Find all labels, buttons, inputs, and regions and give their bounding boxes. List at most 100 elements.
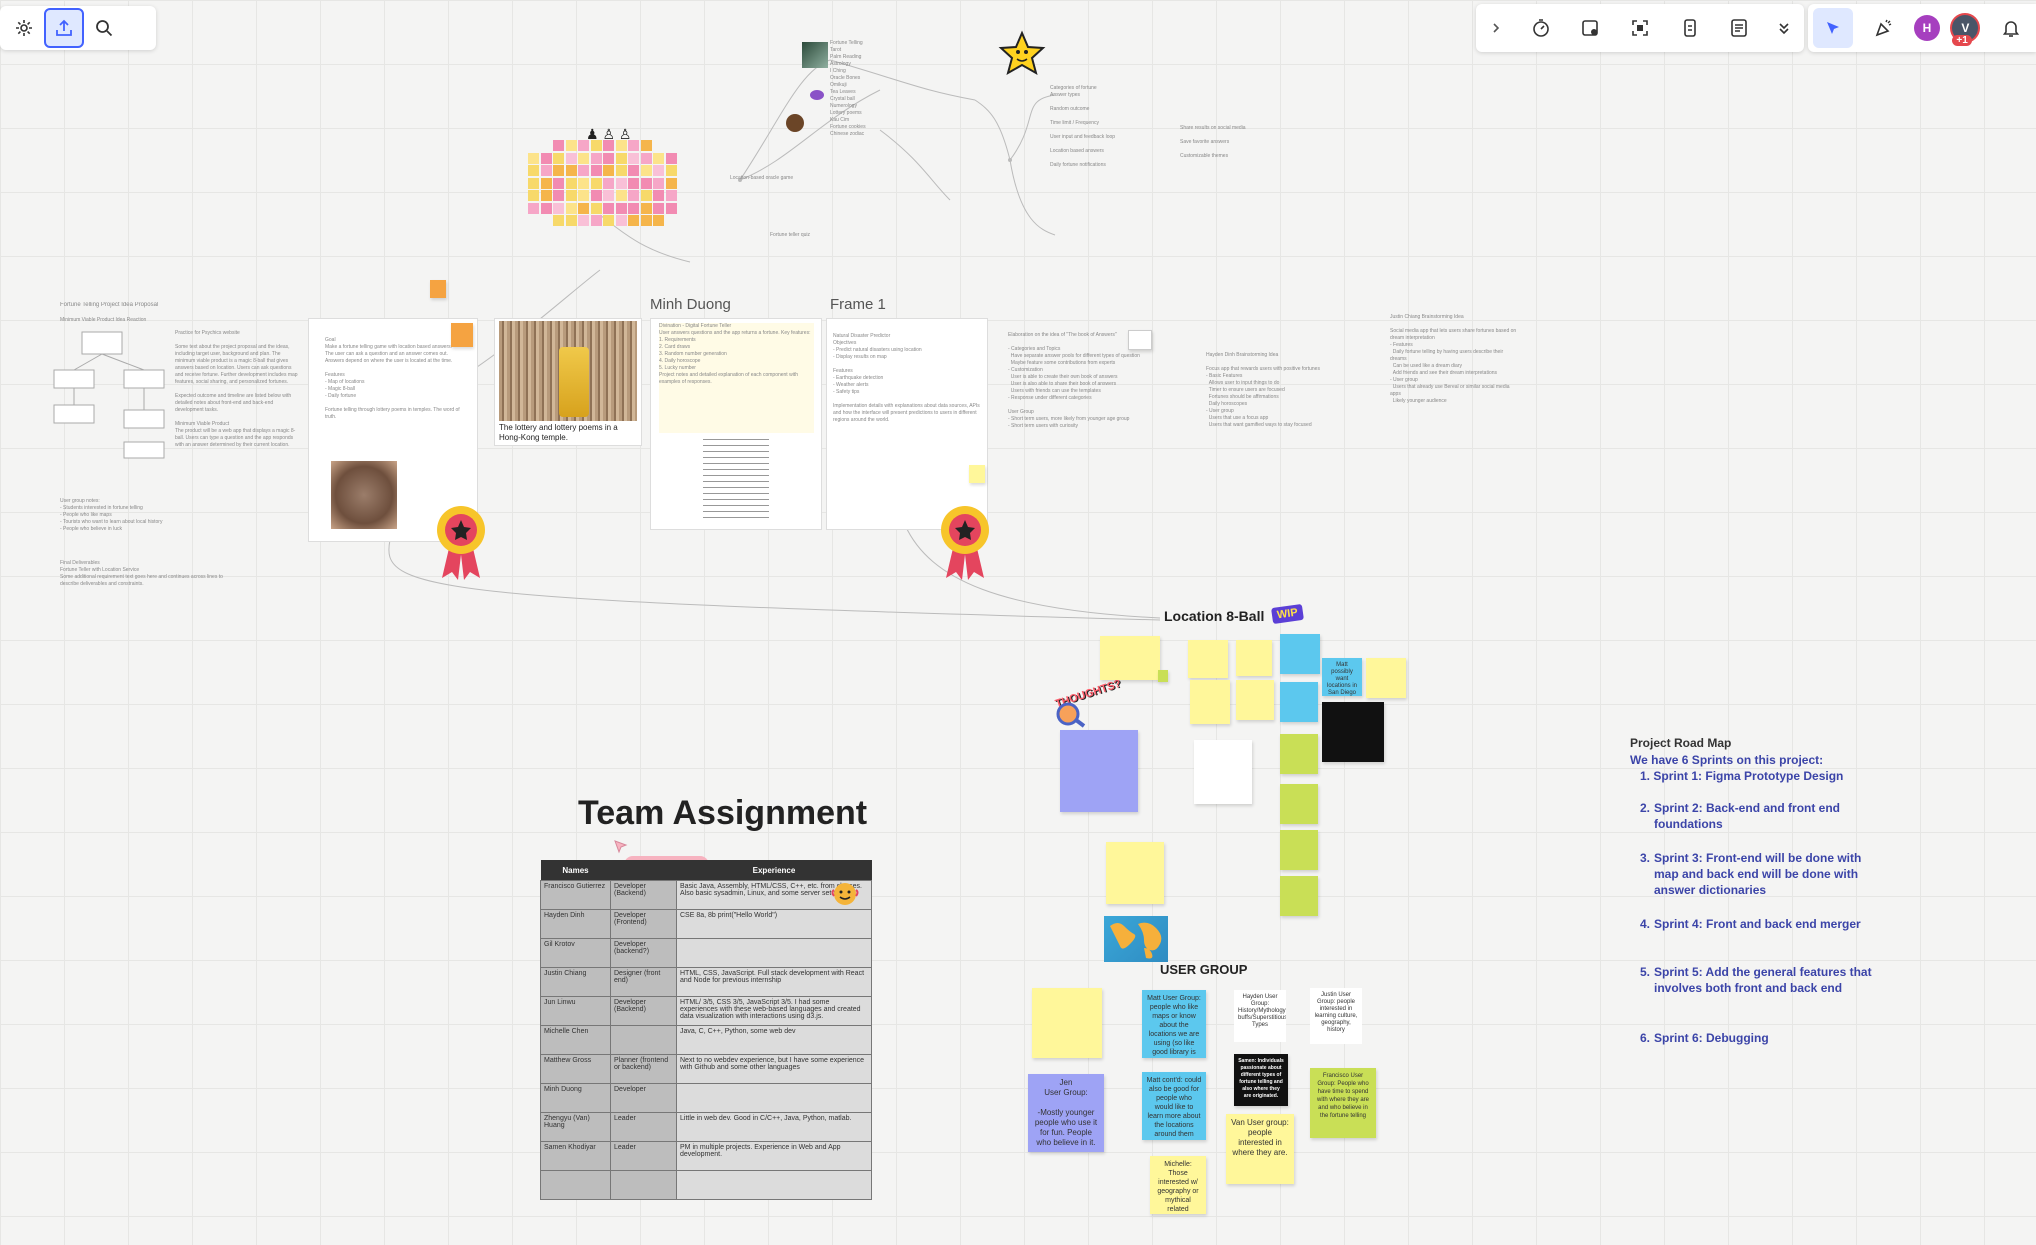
grid-cell: [578, 190, 589, 201]
sticky-note-user-bottom-1[interactable]: Matt User Group: people who like maps or…: [1142, 990, 1206, 1058]
table-cell[interactable]: [676, 1083, 872, 1113]
chevron-right-icon[interactable]: [1481, 8, 1511, 48]
sticky-note[interactable]: [1280, 784, 1318, 824]
table-cell[interactable]: [610, 1025, 677, 1055]
orange-note[interactable]: [451, 323, 473, 347]
table-cell[interactable]: [540, 1170, 611, 1200]
table-cell[interactable]: Leader: [610, 1112, 677, 1142]
table-cell[interactable]: CSE 8a, 8b print("Hello World"): [676, 909, 872, 939]
sticky-note[interactable]: [1188, 640, 1228, 678]
sticky-note[interactable]: [1280, 682, 1318, 722]
settings-icon[interactable]: [4, 8, 44, 48]
document-text: Divination - Digital Fortune Teller User …: [659, 323, 814, 433]
grid-cell: [665, 177, 677, 189]
grid-cell: [553, 165, 564, 176]
sticky-note-vanuser[interactable]: Van User group: people interested in whe…: [1226, 1114, 1294, 1184]
table-cell[interactable]: Java, C, C++, Python, some web dev: [676, 1025, 872, 1055]
screen-share-icon[interactable]: [1570, 8, 1610, 48]
reaction-icon[interactable]: [1864, 8, 1904, 48]
card-icon[interactable]: [1670, 8, 1710, 48]
upload-icon[interactable]: [44, 8, 84, 48]
yellow-note[interactable]: [969, 465, 985, 483]
table-cell[interactable]: [676, 938, 872, 968]
sticky-note-michelle[interactable]: Michelle: Those interested w/ geography …: [1150, 1156, 1206, 1214]
table-cell[interactable]: Hayden Dinh: [540, 909, 611, 939]
table-cell[interactable]: HTML/ 3/5, CSS 3/5, JavaScript 3/5. I ha…: [676, 996, 872, 1026]
sticky-note[interactable]: [1280, 876, 1318, 916]
grid-cell: [553, 152, 564, 164]
select-arrow-icon[interactable]: [1813, 8, 1854, 48]
table-cell[interactable]: Next to no webdev experience, but I have…: [676, 1054, 872, 1084]
sticky-note[interactable]: [1322, 702, 1384, 762]
table-cell[interactable]: Developer (Backend): [610, 880, 677, 910]
sticky-note[interactable]: [1280, 734, 1318, 774]
focus-icon[interactable]: [1620, 8, 1660, 48]
avatar[interactable]: H: [1913, 15, 1940, 41]
small-orange-note[interactable]: [430, 280, 446, 298]
roadmap-item: 5. Sprint 5: Add the general features th…: [1640, 964, 1880, 996]
table-cell[interactable]: PM in multiple projects. Experience in W…: [676, 1141, 872, 1171]
table-cell[interactable]: Samen Khodiyar: [540, 1141, 611, 1171]
grid-cell: [653, 165, 664, 176]
bell-icon[interactable]: [1991, 8, 2031, 48]
table-cell[interactable]: Michelle Chen: [540, 1025, 611, 1055]
search-icon[interactable]: [84, 8, 124, 48]
collab-toolbar: H V +1: [1808, 4, 2036, 52]
table-cell[interactable]: Justin Chiang: [540, 967, 611, 997]
sticky-note[interactable]: [1106, 842, 1164, 904]
face-emoji-icon: [830, 882, 860, 911]
timer-icon[interactable]: [1521, 8, 1561, 48]
avatar-group[interactable]: V +1: [1950, 13, 1981, 46]
sticky-note[interactable]: [1100, 636, 1160, 680]
sticky-note[interactable]: [1236, 680, 1274, 720]
table-cell[interactable]: Developer (Frontend): [610, 909, 677, 939]
small-note[interactable]: [1128, 330, 1152, 350]
table-cell[interactable]: Zhengyu (Van) Huang: [540, 1112, 611, 1142]
sticky-note-justin[interactable]: Justin User Group: people interested in …: [1310, 988, 1362, 1044]
sticky-note[interactable]: [1190, 680, 1230, 724]
sticky-note[interactable]: [1280, 830, 1318, 870]
table-cell[interactable]: Francisco Gutierrez: [540, 880, 611, 910]
table-cell[interactable]: Leader: [610, 1141, 677, 1171]
document-text: Natural Disaster Predictor Objectives - Pr…: [833, 333, 980, 423]
table-cell[interactable]: [676, 1170, 872, 1200]
lottery-image-frame[interactable]: The lottery and lottery poems in a Hong-…: [494, 318, 642, 446]
sticky-note-hayden[interactable]: Hayden User Group: History/Mythology buf…: [1234, 990, 1286, 1042]
user-count-badge: +1: [1952, 35, 1972, 46]
sticky-note-samen[interactable]: Samen: Individuals passionate about diff…: [1234, 1054, 1288, 1106]
lottery-image: [499, 321, 637, 421]
table-cell[interactable]: Developer (backend?): [610, 938, 677, 968]
table-cell[interactable]: Jun Linwu: [540, 996, 611, 1026]
minh-duong-frame[interactable]: Divination - Digital Fortune Teller User …: [650, 318, 822, 530]
table-cell[interactable]: Developer (Backend): [610, 996, 677, 1026]
frame-1[interactable]: Natural Disaster Predictor Objectives - Pr…: [826, 318, 988, 530]
roadmap-text: Sprint 2: Back-end and front end foundat…: [1654, 801, 1841, 831]
table-cell[interactable]: Planner (frontend or backend): [610, 1054, 677, 1084]
sticky-note-jen[interactable]: Jen User Group: -Mostly younger people w…: [1028, 1074, 1104, 1152]
table-cell[interactable]: [610, 1170, 677, 1200]
table-cell[interactable]: Developer: [610, 1083, 677, 1113]
grid-cell: [665, 202, 677, 214]
roadmap-item: 4. Sprint 4: Front and back end merger: [1640, 916, 1880, 932]
table-cell[interactable]: Matthew Gross: [540, 1054, 611, 1084]
sticky-note-user-bottom-2[interactable]: Matt cont'd: could also be good for peop…: [1142, 1072, 1206, 1140]
notes-icon[interactable]: [1719, 8, 1759, 48]
table-cell[interactable]: Gil Krotov: [540, 938, 611, 968]
table-cell[interactable]: HTML, CSS, JavaScript. Full stack develo…: [676, 967, 872, 997]
table-cell[interactable]: Little in web dev. Good in C/C++, Java, …: [676, 1112, 872, 1142]
sticky-note[interactable]: [1158, 670, 1168, 682]
grid-cell: [628, 165, 639, 176]
sticky-note-matt[interactable]: Matt possibly want locations in San Dieg…: [1322, 658, 1362, 696]
sticky-note[interactable]: [1280, 634, 1320, 674]
table-cell[interactable]: Designer (front end): [610, 967, 677, 997]
sticky-note[interactable]: [1236, 640, 1272, 676]
sticky-note-francisco[interactable]: Francisco User Group: People who have ti…: [1310, 1068, 1376, 1138]
sticky-note[interactable]: [1060, 730, 1138, 812]
table-cell[interactable]: Minh Duong: [540, 1083, 611, 1113]
doc-text-right-3: Justin Chiang Brainstorming Idea Social m…: [1390, 314, 1517, 404]
sticky-note[interactable]: [1366, 658, 1406, 698]
sticky-note[interactable]: [1194, 740, 1252, 804]
sticky-note[interactable]: [1032, 988, 1102, 1058]
chevron-down-icon[interactable]: [1769, 8, 1799, 48]
grid-cell: [590, 165, 602, 176]
